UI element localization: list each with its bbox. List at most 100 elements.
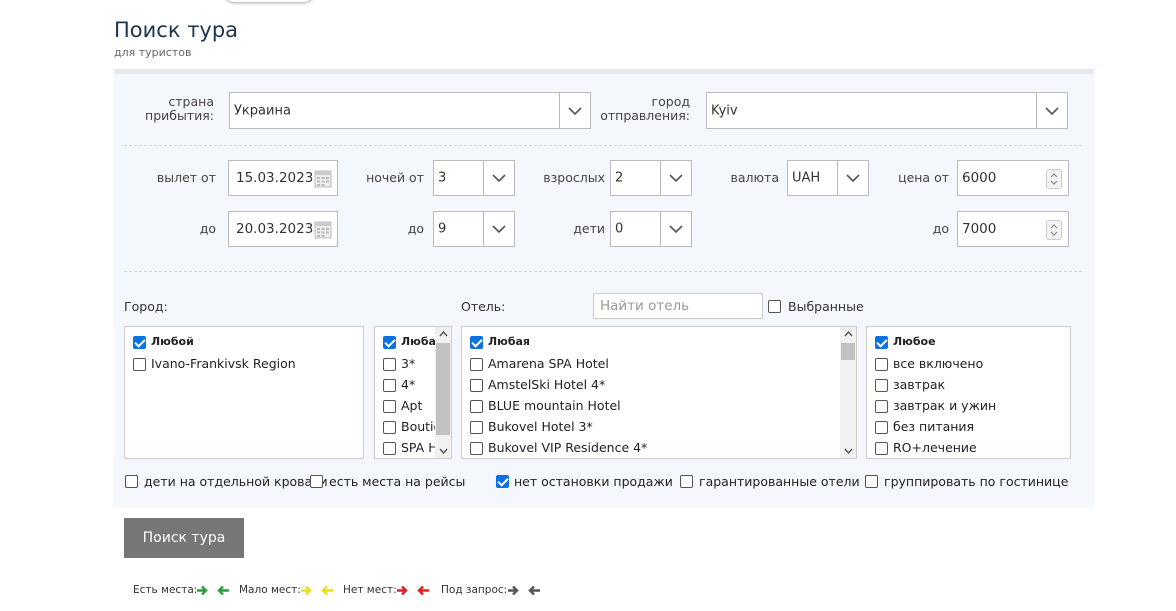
calendar-icon[interactable]: [314, 168, 332, 192]
selected-only-checkbox[interactable]: [768, 300, 781, 313]
checkbox[interactable]: [383, 442, 396, 455]
checkbox[interactable]: [470, 336, 483, 349]
option-group-by-hotel[interactable]: группировать по гостинице: [884, 474, 1068, 489]
chevron-down-icon[interactable]: [837, 161, 868, 195]
scroll-down-icon[interactable]: [439, 448, 448, 454]
meal-option[interactable]: Любое: [893, 335, 936, 348]
checkbox[interactable]: [875, 442, 888, 455]
checkbox[interactable]: [133, 358, 146, 371]
price-from-input[interactable]: 6000: [957, 160, 1069, 196]
meal-option[interactable]: все включено: [893, 356, 983, 371]
checkbox[interactable]: [470, 358, 483, 371]
scroll-down-icon[interactable]: [844, 448, 853, 454]
hotel-option[interactable]: Amarena SPA Hotel: [488, 356, 609, 371]
departure-from-date[interactable]: 15.03.2023: [228, 160, 338, 196]
checkbox[interactable]: [875, 421, 888, 434]
city-option-ivano-frankivsk[interactable]: Ivano-Frankivsk Region: [151, 356, 296, 371]
category-option[interactable]: 3*: [401, 356, 415, 371]
checkbox[interactable]: [875, 336, 888, 349]
stepper-arrows-icon[interactable]: [1046, 169, 1062, 189]
hotel-option[interactable]: BLUE mountain Hotel: [488, 398, 621, 413]
option-child-separate-bed[interactable]: дети на отдельной кровати: [144, 474, 328, 489]
chevron-down-icon[interactable]: [1036, 93, 1067, 128]
checkbox[interactable]: [470, 442, 483, 455]
calendar-icon[interactable]: [314, 219, 332, 243]
category-scrollbar[interactable]: [435, 327, 451, 458]
nights-from-select[interactable]: 3: [433, 160, 515, 196]
chevron-down-icon[interactable]: [559, 93, 590, 128]
children-value: 0: [615, 221, 624, 237]
scroll-up-icon[interactable]: [844, 331, 853, 337]
nights-to-select[interactable]: 9: [433, 211, 515, 247]
checkbox[interactable]: [383, 379, 396, 392]
nights-to-value: 9: [438, 221, 447, 237]
option-checkbox[interactable]: [496, 475, 509, 488]
chevron-down-icon[interactable]: [483, 161, 514, 195]
city-option-any[interactable]: Любой: [151, 335, 194, 348]
top-tab-shape: [223, 0, 315, 2]
nights-from-value: 3: [438, 170, 447, 186]
checkbox[interactable]: [875, 358, 888, 371]
stepper-arrows-icon[interactable]: [1046, 220, 1062, 240]
checkbox[interactable]: [875, 400, 888, 413]
hotel-option[interactable]: AmstelSki Hotel 4*: [488, 377, 605, 392]
category-option[interactable]: Apt: [401, 398, 422, 413]
city-label-line2: отправления:: [600, 108, 690, 123]
search-tour-button[interactable]: Поиск тура: [124, 518, 244, 558]
hotel-option[interactable]: Bukovel Hotel 3*: [488, 419, 593, 434]
meal-option[interactable]: без питания: [893, 419, 974, 434]
checkbox[interactable]: [383, 400, 396, 413]
price-from-value: 6000: [962, 170, 997, 186]
hotel-filter-label: Отель:: [461, 299, 506, 314]
option-checkbox[interactable]: [680, 475, 693, 488]
meal-option[interactable]: завтрак: [893, 377, 945, 392]
departure-to-date[interactable]: 20.03.2023: [228, 211, 338, 247]
chevron-down-icon[interactable]: [660, 212, 691, 246]
checkbox[interactable]: [383, 358, 396, 371]
checkbox[interactable]: [470, 400, 483, 413]
chevron-down-icon[interactable]: [660, 161, 691, 195]
currency-select[interactable]: UAH: [787, 160, 869, 196]
arrows-yellow-icon: [301, 585, 333, 596]
adults-value: 2: [615, 170, 624, 186]
selected-only-label: Выбранные: [788, 299, 864, 314]
option-guaranteed-hotels[interactable]: гарантированные отели: [699, 474, 860, 489]
country-select[interactable]: Украина: [229, 92, 591, 129]
legend-on-request-label: Под запрос:: [441, 584, 508, 596]
adults-select[interactable]: 2: [610, 160, 692, 196]
city-label: город отправления:: [600, 95, 690, 123]
category-list: Любая 3* 4* Apt Boutic SPA H: [374, 326, 452, 459]
scroll-up-icon[interactable]: [439, 331, 448, 337]
scrollbar-thumb[interactable]: [436, 343, 450, 435]
divider: [124, 271, 1082, 272]
meal-option[interactable]: завтрак и ужин: [893, 398, 996, 413]
price-to-input[interactable]: 7000: [957, 211, 1069, 247]
departure-from-value: 15.03.2023: [236, 170, 314, 186]
hotel-option[interactable]: Bukovel VIP Residence 4*: [488, 440, 647, 455]
category-option[interactable]: SPA H: [401, 440, 438, 455]
checkbox[interactable]: [470, 379, 483, 392]
arrows-red-icon: [397, 585, 429, 596]
hotel-option[interactable]: Любая: [488, 335, 530, 348]
option-checkbox[interactable]: [310, 475, 323, 488]
checkbox[interactable]: [470, 421, 483, 434]
checkbox[interactable]: [133, 336, 146, 349]
checkbox[interactable]: [383, 336, 396, 349]
city-list: Любой Ivano-Frankivsk Region: [124, 326, 364, 459]
scrollbar-thumb[interactable]: [841, 343, 855, 360]
price-to-label: до: [932, 221, 949, 236]
category-option[interactable]: 4*: [401, 377, 415, 392]
option-no-stop-sale[interactable]: нет остановки продажи: [514, 474, 673, 489]
hotel-search-input[interactable]: Найти отель: [593, 293, 763, 319]
hotel-scrollbar[interactable]: [840, 327, 856, 458]
option-checkbox[interactable]: [865, 475, 878, 488]
departure-city-select[interactable]: Kyiv: [706, 92, 1068, 129]
children-select[interactable]: 0: [610, 211, 692, 247]
checkbox[interactable]: [875, 379, 888, 392]
option-flight-seats[interactable]: есть места на рейсы: [329, 474, 465, 489]
legend-few-label: Мало мест:: [239, 584, 301, 596]
option-checkbox[interactable]: [125, 475, 138, 488]
chevron-down-icon[interactable]: [483, 212, 514, 246]
checkbox[interactable]: [383, 421, 396, 434]
meal-option[interactable]: RO+лечение: [893, 440, 977, 455]
